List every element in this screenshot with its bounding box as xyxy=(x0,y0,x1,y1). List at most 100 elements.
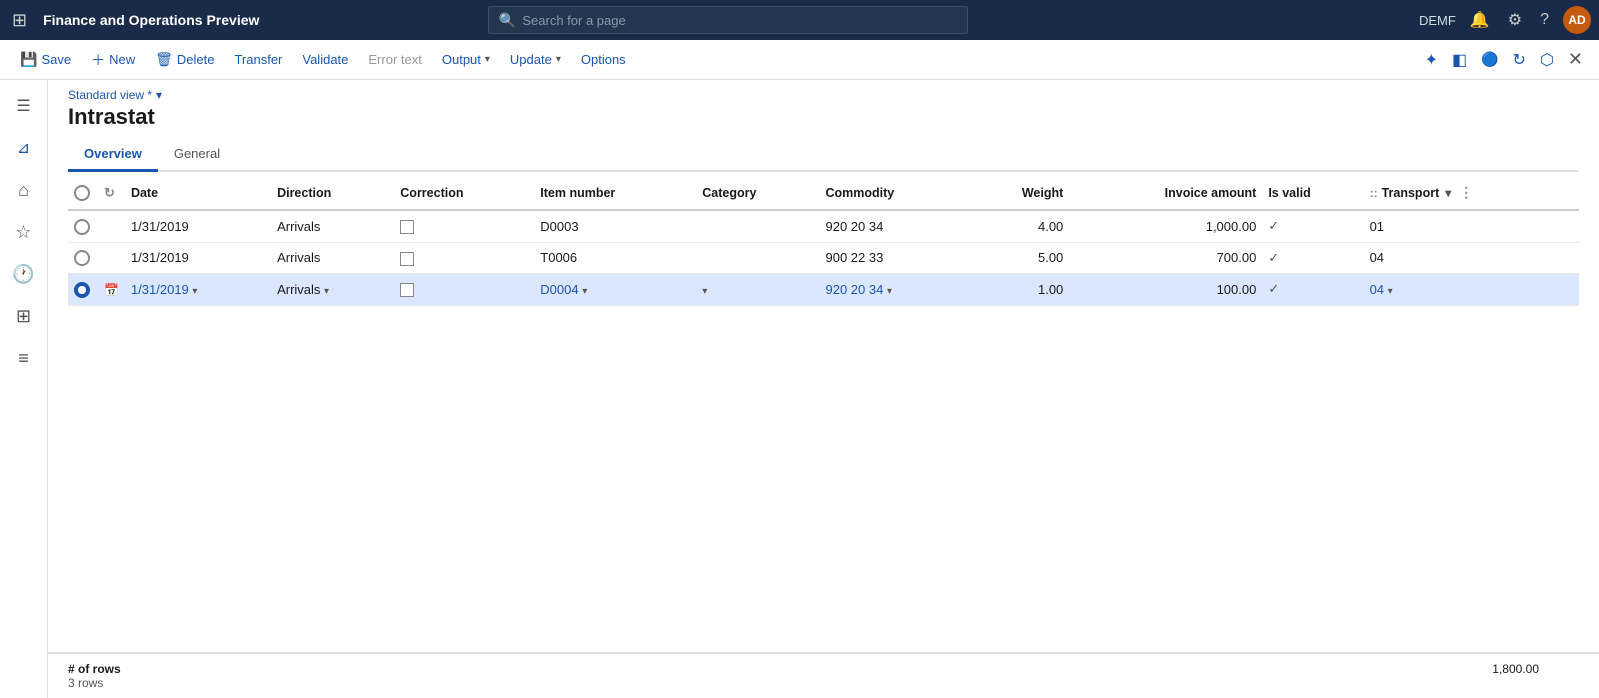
personalize-icon[interactable]: ✦ xyxy=(1421,46,1442,74)
options-button[interactable]: Options xyxy=(573,48,634,71)
col-options-icon[interactable]: ⋮ xyxy=(1459,184,1473,201)
row3-select[interactable] xyxy=(68,274,98,306)
tab-general[interactable]: General xyxy=(158,138,236,172)
row2-correction[interactable] xyxy=(394,242,534,274)
help-icon[interactable]: ? xyxy=(1536,9,1553,31)
row2-weight: 5.00 xyxy=(970,242,1069,274)
col-weight[interactable]: Weight xyxy=(970,176,1069,210)
delete-button[interactable]: 🗑 Delete xyxy=(147,47,222,72)
row2-direction: Arrivals xyxy=(271,242,394,274)
select-all-radio[interactable] xyxy=(74,185,90,201)
col-commodity[interactable]: Commodity xyxy=(819,176,969,210)
recent-icon[interactable]: 🕐 xyxy=(6,256,42,292)
row3-direction: Arrivals ▾ xyxy=(271,274,394,306)
toolbar: 💾 Save ＋ New 🗑 Delete Transfer Validate … xyxy=(0,40,1599,80)
footer: # of rows 3 rows 1,800.00 xyxy=(48,652,1599,698)
tab-overview[interactable]: Overview xyxy=(68,138,158,172)
update-button[interactable]: Update ▾ xyxy=(502,48,569,71)
badge-icon[interactable]: 🔵 xyxy=(1477,47,1502,72)
refresh-icon[interactable]: ↻ xyxy=(1509,46,1530,74)
col-correction[interactable]: Correction xyxy=(394,176,534,210)
workspaces-icon[interactable]: ⊞ xyxy=(6,298,42,334)
transport-row-dropdown-icon[interactable]: ▾ xyxy=(1388,286,1393,297)
close-icon[interactable]: ✕ xyxy=(1564,45,1587,74)
bell-icon[interactable]: 🔔 xyxy=(1466,8,1494,32)
search-icon: 🔍 xyxy=(499,12,516,29)
row1-select[interactable] xyxy=(68,210,98,242)
main-content: Standard view * ▾ Intrastat Overview Gen… xyxy=(48,80,1599,698)
favorites-icon[interactable]: ☆ xyxy=(6,214,42,250)
page-header: Standard view * ▾ Intrastat xyxy=(48,80,1599,138)
modules-icon[interactable]: ≡ xyxy=(6,340,42,376)
grid-icon[interactable]: ⊞ xyxy=(8,6,31,35)
sidebar: ☰ ⊿ ⌂ ☆ 🕐 ⊞ ≡ xyxy=(0,80,48,698)
save-icon: 💾 xyxy=(20,51,37,68)
row1-item-number: D0003 xyxy=(534,210,696,242)
item-dropdown-icon[interactable]: ▾ xyxy=(582,286,587,297)
home-icon[interactable]: ⌂ xyxy=(6,172,42,208)
transfer-button[interactable]: Transfer xyxy=(226,48,290,71)
category-dropdown-icon[interactable]: ▾ xyxy=(702,286,707,297)
col-invoice-amount[interactable]: Invoice amount xyxy=(1069,176,1262,210)
transport-dropdown-icon[interactable]: ▾ xyxy=(1445,186,1451,200)
error-text-button[interactable]: Error text xyxy=(360,48,429,71)
date-dropdown-icon[interactable]: ▾ xyxy=(192,286,197,297)
toolbar-right: ✦ ◧ 🔵 ↻ ⬡ ✕ xyxy=(1421,45,1587,74)
row2-select[interactable] xyxy=(68,242,98,274)
view-chevron-icon: ▾ xyxy=(156,88,162,102)
search-bar[interactable]: 🔍 xyxy=(488,6,968,34)
row3-weight: 1.00 xyxy=(970,274,1069,306)
row2-refresh xyxy=(98,242,125,274)
col-transport[interactable]: :: Transport ▾ ⋮ xyxy=(1364,176,1579,209)
row1-transport: 01 xyxy=(1364,210,1579,242)
refresh-col-icon: ↻ xyxy=(104,185,115,200)
col-drag-handle: :: xyxy=(1370,186,1378,200)
delete-icon: 🗑 xyxy=(155,51,173,68)
row1-invoice-amount: 1,000.00 xyxy=(1069,210,1262,242)
row1-weight: 4.00 xyxy=(970,210,1069,242)
table-header-row: ↻ Date Direction Correction Item number … xyxy=(68,176,1579,210)
row3-invoice-amount: 100.00 xyxy=(1069,274,1262,306)
row3-is-valid: ✓ xyxy=(1262,274,1363,306)
row1-correction[interactable] xyxy=(394,210,534,242)
total-value: 1,800.00 xyxy=(1492,662,1579,676)
table-row: 1/31/2019 Arrivals D0003 920 20 34 4.00 … xyxy=(68,210,1579,242)
commodity-dropdown-icon[interactable]: ▾ xyxy=(887,286,892,297)
row1-date: 1/31/2019 xyxy=(125,210,271,242)
settings-icon[interactable]: ⚙ xyxy=(1504,8,1526,32)
search-input[interactable] xyxy=(522,13,957,28)
col-select xyxy=(68,176,98,210)
output-button[interactable]: Output ▾ xyxy=(434,48,498,71)
col-category[interactable]: Category xyxy=(696,176,819,210)
view-label: Standard view * xyxy=(68,88,152,102)
row2-transport: 04 xyxy=(1364,242,1579,274)
row3-transport: 04 ▾ xyxy=(1364,274,1579,306)
nav-right: DEMF 🔔 ⚙ ? AD xyxy=(1419,6,1591,34)
table-area: ↻ Date Direction Correction Item number … xyxy=(48,172,1599,652)
new-button[interactable]: ＋ New xyxy=(83,46,143,74)
app-title: Finance and Operations Preview xyxy=(43,12,259,28)
avatar[interactable]: AD xyxy=(1563,6,1591,34)
col-is-valid[interactable]: Is valid xyxy=(1262,176,1363,210)
col-item-number[interactable]: Item number xyxy=(534,176,696,210)
col-date[interactable]: Date xyxy=(125,176,271,210)
table-row: 1/31/2019 Arrivals T0006 900 22 33 5.00 … xyxy=(68,242,1579,274)
row2-date: 1/31/2019 xyxy=(125,242,271,274)
hamburger-icon[interactable]: ☰ xyxy=(6,88,42,124)
direction-dropdown-icon[interactable]: ▾ xyxy=(324,286,329,297)
company-label: DEMF xyxy=(1419,13,1456,28)
row1-is-valid: ✓ xyxy=(1262,210,1363,242)
row1-direction: Arrivals xyxy=(271,210,394,242)
filter-icon[interactable]: ⊿ xyxy=(6,130,42,166)
save-button[interactable]: 💾 Save xyxy=(12,47,79,72)
table-row: 📅 1/31/2019 ▾ Arrivals ▾ xyxy=(68,274,1579,306)
validate-button[interactable]: Validate xyxy=(294,48,356,71)
row3-commodity: 920 20 34 ▾ xyxy=(819,274,969,306)
row3-correction[interactable] xyxy=(394,274,534,306)
output-dropdown-icon: ▾ xyxy=(485,54,490,65)
open-new-icon[interactable]: ⬡ xyxy=(1536,46,1558,74)
col-direction[interactable]: Direction xyxy=(271,176,394,210)
row2-is-valid: ✓ xyxy=(1262,242,1363,274)
panel-icon[interactable]: ◧ xyxy=(1448,46,1471,74)
view-selector[interactable]: Standard view * ▾ xyxy=(68,88,1579,102)
